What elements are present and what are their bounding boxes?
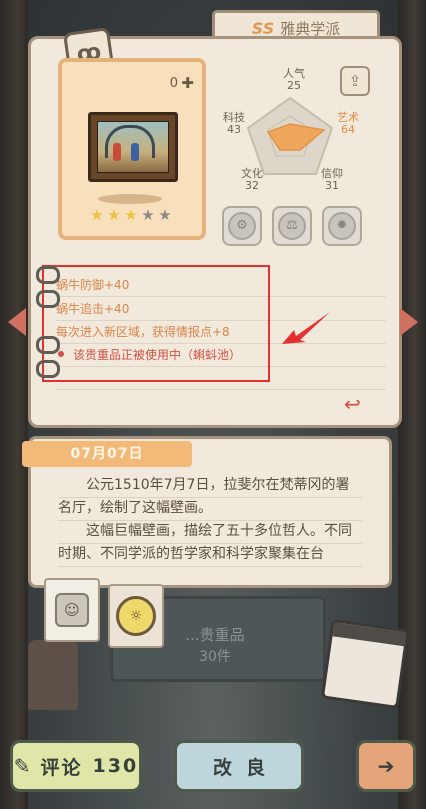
painting-frame: [88, 112, 178, 182]
diary-text: 公元1510年7月7日，拉斐尔在梵蒂冈的署名厅，绘制了这幅壁画。 这幅巨幅壁画，…: [58, 474, 362, 566]
gear-icon: ✹: [328, 212, 356, 240]
star-rating: ★ ★ ★ ★ ★: [90, 206, 172, 224]
annotation-arrow: [282, 312, 330, 344]
return-icon[interactable]: ↩: [344, 392, 361, 416]
share-icon: ⇪: [348, 72, 362, 90]
tab-people[interactable]: ☺: [44, 578, 100, 642]
arrow-right-icon: ➔: [377, 754, 395, 778]
binder-ring: [36, 336, 60, 354]
puzzle-piece-icon: ✚: [181, 74, 194, 92]
right-wood-edge: [398, 0, 426, 809]
binder-ring: [36, 266, 60, 284]
badge-slot-3[interactable]: ✹: [322, 206, 362, 246]
rarity-badge: SS: [251, 18, 275, 38]
lamp-decoration: [28, 640, 78, 710]
star-empty-icon: ★: [141, 206, 155, 224]
star-empty-icon: ★: [158, 206, 172, 224]
badge-slot-1[interactable]: ⚙: [222, 206, 262, 246]
tab-sun[interactable]: ☼: [108, 584, 164, 648]
painting-figure: [131, 143, 139, 161]
improve-button[interactable]: 改良: [174, 740, 304, 792]
fragment-count: 0: [169, 76, 178, 91]
badge-slot-2[interactable]: ⚖: [272, 206, 312, 246]
diary-rule: [58, 566, 362, 567]
painting-shadow: [98, 194, 162, 204]
share-button[interactable]: ⇪: [340, 66, 370, 96]
stat-culture-value: 32: [245, 179, 259, 192]
shelf-count: 30件: [199, 649, 231, 665]
left-wood-edge: [0, 0, 28, 809]
sun-icon: ☼: [116, 596, 156, 636]
stat-popularity: 人气 25: [280, 68, 308, 92]
comment-button[interactable]: ✎ 评论 130: [10, 740, 142, 792]
diary-paragraph: 公元1510年7月7日，拉斐尔在梵蒂冈的署名厅，绘制了这幅壁画。: [58, 477, 350, 516]
painting-figure: [113, 143, 121, 161]
highlight-box: [42, 265, 270, 382]
medal-icon: ⚙: [228, 212, 256, 240]
comment-count: 130: [92, 755, 139, 777]
calendar-icon[interactable]: [320, 618, 410, 710]
diary-paragraph: 这幅巨幅壁画，描绘了五十多位哲人。不同时期、不同学派的哲学家和科学家聚集在台: [58, 523, 352, 562]
binder-ring: [36, 290, 60, 308]
next-action-button[interactable]: ➔: [356, 740, 416, 792]
attribute-radar-chart: [246, 96, 334, 175]
medal-icon: ⚖: [278, 212, 306, 240]
star-filled-icon: ★: [90, 206, 104, 224]
diary-date: 07月07日: [22, 441, 192, 467]
star-filled-icon: ★: [124, 206, 138, 224]
stat-faith-value: 31: [325, 179, 339, 192]
bust-icon: ☺: [55, 593, 89, 627]
improve-label: 改良: [212, 756, 279, 779]
artifact-portrait[interactable]: 0 ✚ ★ ★ ★ ★ ★: [58, 58, 206, 240]
star-filled-icon: ★: [107, 206, 121, 224]
prev-artifact-arrow[interactable]: [8, 308, 26, 336]
binder-ring: [36, 360, 60, 378]
comment-label: 评论: [40, 756, 83, 779]
next-artifact-arrow[interactable]: [400, 308, 418, 336]
quill-icon: ✎: [13, 754, 31, 778]
